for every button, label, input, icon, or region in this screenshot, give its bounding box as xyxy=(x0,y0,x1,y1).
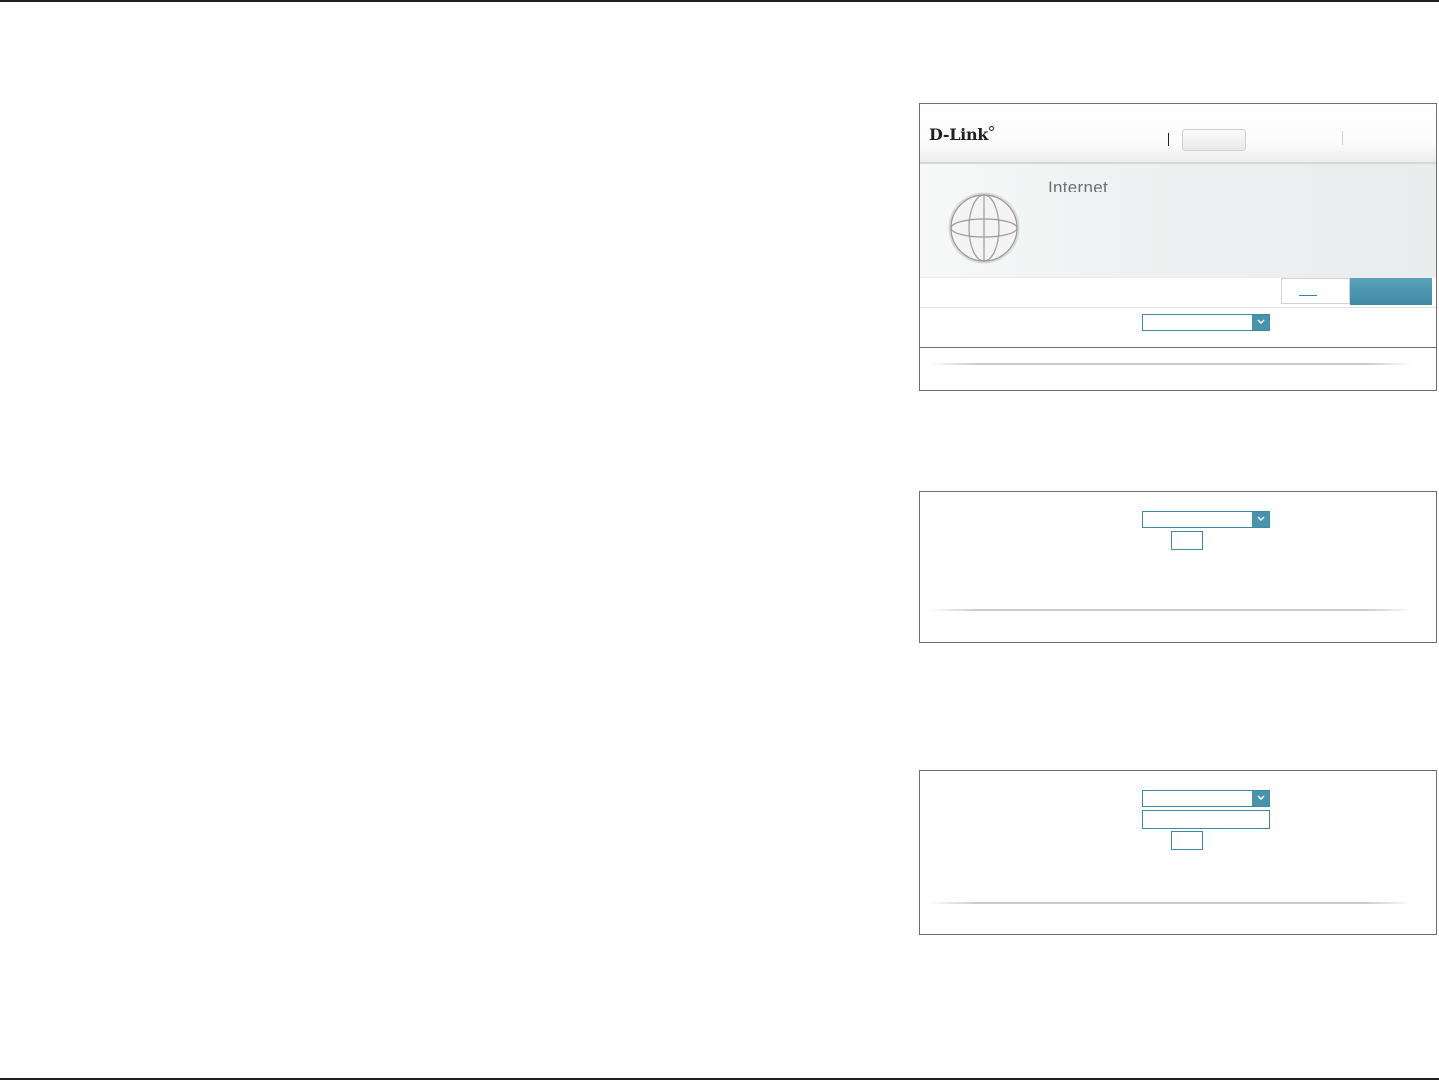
settings-section-screenshot xyxy=(919,491,1437,643)
dlink-logo: D-Link xyxy=(929,125,989,144)
internet-settings-screenshot: D-Link Internet xyxy=(919,103,1437,391)
nav-tab-active[interactable] xyxy=(1182,129,1246,151)
section-shadow-line xyxy=(930,609,1413,611)
chevron-down-icon[interactable] xyxy=(1252,512,1269,527)
secondary-link-button[interactable] xyxy=(1281,278,1350,304)
bottom-page-rule xyxy=(0,1078,1439,1080)
text-field[interactable] xyxy=(1142,810,1270,829)
link-underline xyxy=(1299,295,1317,296)
chevron-down-icon[interactable] xyxy=(1252,315,1269,330)
registered-mark-icon xyxy=(989,126,994,131)
globe-icon xyxy=(948,192,1020,264)
page-title: Internet xyxy=(1048,181,1109,192)
nav-separator xyxy=(1168,133,1169,146)
settings-select[interactable] xyxy=(1142,790,1270,807)
nav-separator xyxy=(1342,131,1343,145)
top-page-rule xyxy=(0,0,1439,2)
value-field[interactable] xyxy=(1171,531,1203,550)
action-toolbar xyxy=(920,277,1436,308)
section-divider xyxy=(920,347,1436,348)
save-button[interactable] xyxy=(1350,278,1432,305)
settings-section-screenshot xyxy=(919,770,1437,935)
section-shadow-line xyxy=(930,363,1413,365)
chevron-down-icon[interactable] xyxy=(1252,791,1269,806)
connection-type-select[interactable] xyxy=(1142,314,1270,331)
settings-select[interactable] xyxy=(1142,511,1270,528)
section-shadow-line xyxy=(930,902,1413,904)
value-field[interactable] xyxy=(1171,831,1203,850)
top-navigation-bar: D-Link xyxy=(920,104,1436,164)
